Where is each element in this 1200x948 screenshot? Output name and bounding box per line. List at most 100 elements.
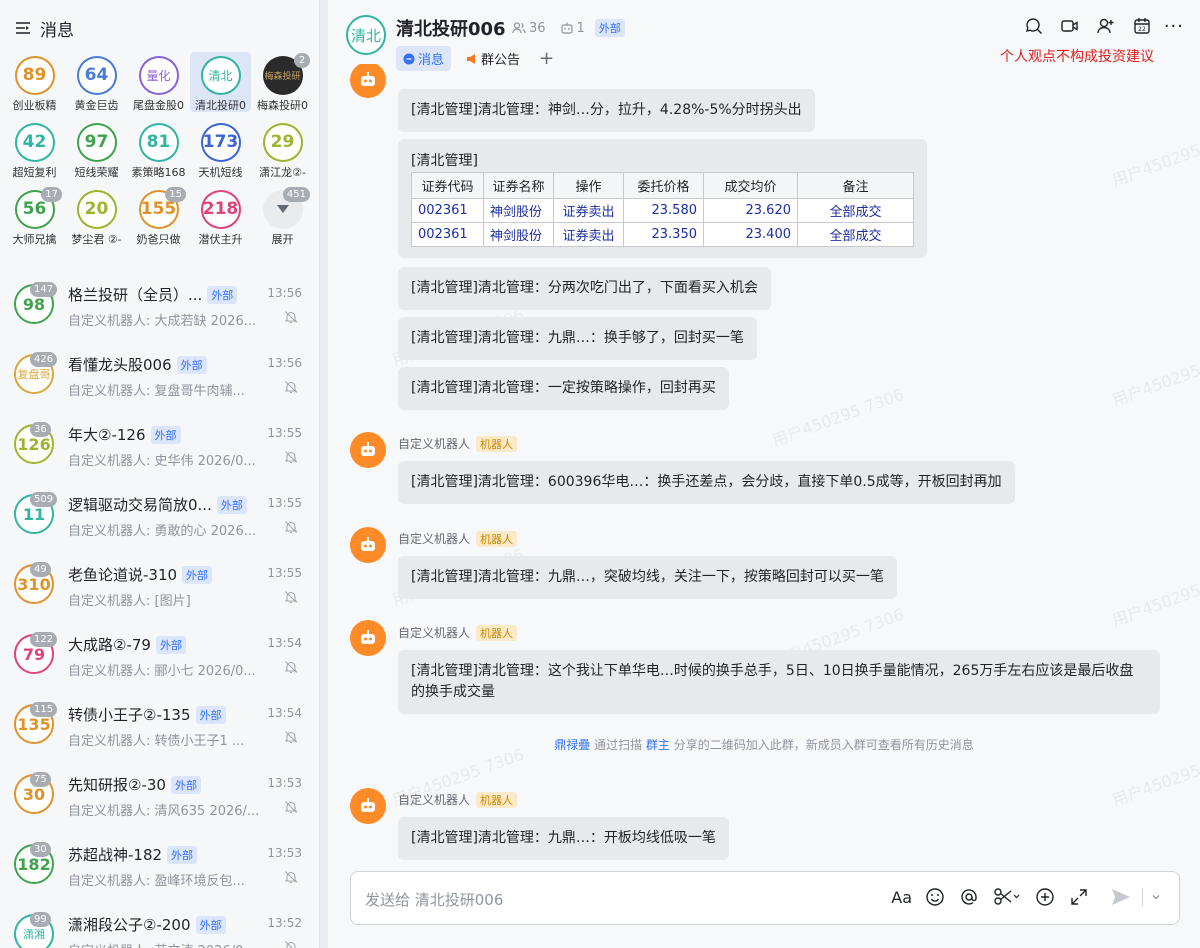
menu-icon[interactable]: [14, 19, 32, 37]
message-bubble[interactable]: [清北管理]清北管理：600396华电…：换手还差点，会分歧，直接下单0.5成等…: [398, 461, 1015, 504]
bot-avatar[interactable]: [350, 788, 386, 824]
unread-badge: 36: [30, 422, 51, 437]
conversation-name-row: 转债小王子②-135 外部: [68, 704, 226, 725]
sender-name[interactable]: 自定义机器人: [398, 791, 470, 808]
pinned-chat-label: 潜伏主升: [198, 232, 243, 246]
table-cell: 证券卖出: [553, 222, 624, 247]
conversation-time: 13:54: [267, 636, 302, 650]
pinned-chat[interactable]: 29 潇江龙②-: [252, 119, 313, 179]
message-bubble[interactable]: [清北管理]清北管理：一定按策略操作，回封再买: [398, 367, 729, 410]
bot-avatar[interactable]: [350, 527, 386, 563]
conversation-name-row: 苏超战神-182 外部: [68, 844, 198, 865]
trade-table-message[interactable]: [清北管理] 证券代码 证券名称 操作 委托价格 成交均价 备注 002361 …: [398, 139, 927, 258]
more-options-button[interactable]: ···: [1164, 16, 1184, 37]
expand-input-button[interactable]: [1068, 886, 1090, 908]
emoji-button[interactable]: [924, 886, 946, 908]
system-join-notice: 鼎禄疊 通过扫描 群主 分享的二维码加入此群，新成员入群可查看所有历史消息: [328, 736, 1200, 753]
conversation-time: 13:53: [267, 776, 302, 790]
sender-name[interactable]: 自定义机器人: [398, 624, 470, 641]
pinned-chat[interactable]: 20 梦尘君 ②-: [66, 186, 127, 246]
table-cell: 23.620: [703, 198, 798, 223]
avatar: 97: [76, 123, 117, 162]
message-bubble[interactable]: [清北管理]清北管理：分两次吃门出了，下面看买入机会: [398, 267, 771, 310]
sender-name[interactable]: 自定义机器人: [398, 435, 470, 452]
table-cell: 002361: [411, 222, 484, 247]
pinned-chat-label: 梦尘君 ②-: [71, 232, 122, 246]
message-bubble[interactable]: [清北管理]清北管理：这个我让下单华电…时候的换手总手，5日、10日换手量能情况…: [398, 650, 1160, 714]
pinned-chat[interactable]: 56 17 大师兄擒: [4, 186, 65, 246]
pinned-chat[interactable]: 89 创业板精: [4, 52, 65, 112]
message-bubble[interactable]: [清北管理]清北管理：九鼎…：开板均线低吸一笔: [398, 817, 729, 860]
robot-icon: [361, 442, 375, 456]
bot-avatar[interactable]: [350, 620, 386, 656]
system-user-link[interactable]: 鼎禄疊: [554, 738, 590, 752]
table-cell: 全部成交: [797, 222, 914, 247]
watermark: 用户450295 7306: [1109, 565, 1200, 631]
conversation-item[interactable]: 135 115 转债小王子②-135 外部 13:54 自定义机器人: 转债小王子1 ..…: [0, 692, 319, 762]
bot-avatar[interactable]: [350, 64, 386, 98]
mute-bell-icon: [284, 521, 298, 534]
expand-icon: [1071, 889, 1087, 905]
pinned-chat[interactable]: 清北 清北投研0: [190, 52, 251, 112]
send-button[interactable]: [1110, 886, 1132, 908]
input-placeholder[interactable]: 发送给 清北投研006: [365, 889, 503, 910]
add-attachment-button[interactable]: [1034, 886, 1056, 908]
pinned-chat[interactable]: 量化 尾盘金股0: [128, 52, 189, 112]
mute-bell-icon: [284, 731, 298, 744]
text-format-button[interactable]: Aa: [891, 886, 912, 908]
member-count: 36: [529, 20, 546, 36]
avatar: 64: [76, 56, 117, 95]
conversation-item[interactable]: 潇湘99潇湘段公子②-200外部13:52自定义机器人: 苏文涛 2026/0.…: [0, 902, 319, 948]
conversation-preview: 自定义机器人: 复盘哥牛肉辅...: [68, 384, 245, 399]
group-meta: 36 1 外部: [512, 19, 625, 37]
conversation-item[interactable]: 98 147 格兰投研（全员）... 外部 13:56 自定义机器人: 大成若缺 2026…: [0, 272, 319, 342]
pinned-chat[interactable]: 97 短线荣耀: [66, 119, 127, 179]
bot-count: 1: [576, 20, 585, 36]
pinned-chat[interactable]: 155 15 奶爸只做: [128, 186, 189, 246]
message-bubble[interactable]: [清北管理]清北管理：九鼎…：换手够了，回封买一笔: [398, 317, 757, 360]
avatar: 218: [200, 190, 241, 229]
bot-icon[interactable]: [560, 21, 574, 35]
message-bubble[interactable]: [清北管理]清北管理：九鼎…，突破均线，关注一下，按策略回封可以买一笔: [398, 556, 897, 599]
unread-badge: 451: [282, 187, 310, 202]
system-group-owner-link[interactable]: 群主: [646, 738, 670, 752]
chat-bubble-icon: [403, 53, 415, 64]
conversation-item[interactable]: 复盘哥 426 看懂龙头股006 外部 13:56 自定义机器人: 复盘哥牛肉辅...: [0, 342, 319, 412]
watermark: 用户450295 7306: [1109, 125, 1200, 191]
pinned-chat[interactable]: 218 潜伏主升: [190, 186, 251, 246]
mute-bell-icon: [284, 311, 298, 324]
group-avatar[interactable]: 清北: [346, 15, 386, 55]
conversation-item[interactable]: 310 49 老鱼论道说-310 外部 13:55 自定义机器人: [图片]: [0, 552, 319, 622]
message-input[interactable]: 发送给 清北投研006 Aa: [350, 871, 1180, 925]
video-call-button[interactable]: [1060, 16, 1082, 38]
conversation-preview: 自定义机器人: 转债小王子1 ...: [68, 734, 245, 749]
sender-name[interactable]: 自定义机器人: [398, 530, 470, 547]
mute-bell-icon: [284, 661, 298, 674]
bot-avatar[interactable]: [350, 432, 386, 468]
message-bubble[interactable]: [清北管理]清北管理：神剑…分，拉升，4.28%-5%分时拐头出: [398, 89, 815, 132]
conversation-item[interactable]: 182 30 苏超战神-182 外部 13:53 自定义机器人: 盈峰环境反包...: [0, 832, 319, 902]
pinned-chat[interactable]: 173 天机短线: [190, 119, 251, 179]
group-title[interactable]: 清北投研006: [396, 15, 506, 41]
mention-button[interactable]: [958, 886, 980, 908]
conversation-name: 逻辑驱动交易简放0...: [68, 496, 212, 514]
sidebar-header: 消息: [14, 14, 74, 42]
conversation-item[interactable]: 30 75 先知研报②-30 外部 13:53 自定义机器人: 清风635 2026/..…: [0, 762, 319, 832]
send-options-button[interactable]: [1149, 886, 1163, 908]
pinned-chat[interactable]: 梅森投研 2 梅森投研0: [252, 52, 313, 112]
chat-panel: 清北 清北投研006 36 1 外部 消息 群公告 + 22 ··· 个人观点不…: [328, 0, 1200, 948]
conversation-name-row: 潇湘段公子②-200 外部: [68, 914, 226, 935]
conversation-item[interactable]: 79 122 大成路②-79 外部 13:54 自定义机器人: 郦小七 2026/0...: [0, 622, 319, 692]
pinned-chat[interactable]: 81 素策略168: [128, 119, 189, 179]
pinned-chat[interactable]: 64 黄金巨齿: [66, 52, 127, 112]
calendar-button[interactable]: 22: [1132, 16, 1154, 38]
search-chat-button[interactable]: [1024, 16, 1046, 38]
screenshot-button[interactable]: [992, 886, 1022, 908]
expand-pinned-button[interactable]: 451 展开: [252, 186, 313, 246]
pinned-chat[interactable]: 42 超短复利: [4, 119, 65, 179]
members-icon[interactable]: [512, 21, 526, 35]
conversation-item[interactable]: 126 36 年大②-126 外部 13:55 自定义机器人: 史华伟 2026/0...: [0, 412, 319, 482]
conversation-item[interactable]: 11 509 逻辑驱动交易简放0... 外部 13:55 自定义机器人: 勇敢的心 202…: [0, 482, 319, 552]
col-header: 成交均价: [703, 172, 798, 199]
add-member-button[interactable]: [1096, 16, 1118, 38]
